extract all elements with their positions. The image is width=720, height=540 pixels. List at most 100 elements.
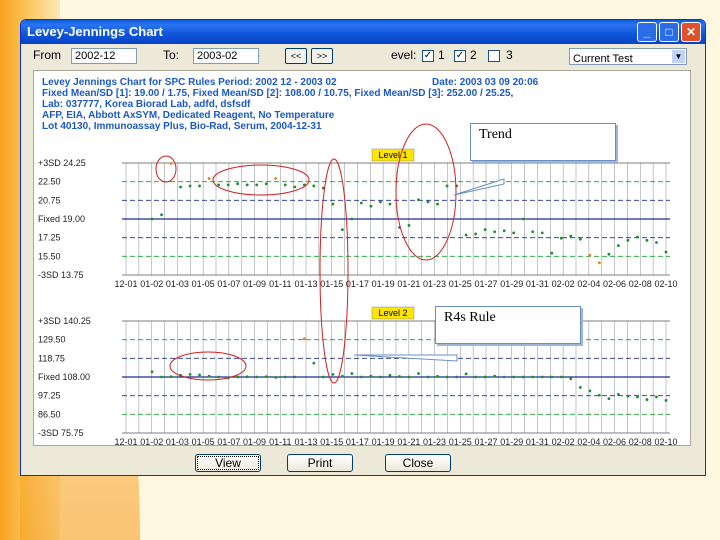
data-point: [531, 230, 535, 234]
x-tick-label: 01-21: [397, 279, 420, 289]
from-label: From: [33, 48, 61, 62]
data-point: [655, 241, 658, 244]
data-point: [188, 184, 192, 188]
test-select[interactable]: Current Test ▼: [569, 48, 687, 65]
x-tick-label: 12-01: [114, 279, 137, 289]
data-point: [169, 162, 173, 165]
data-point: [360, 375, 363, 379]
prev-period-button[interactable]: <<: [285, 48, 307, 64]
x-tick-label: 01-15: [320, 279, 343, 289]
test-select-value: Current Test: [573, 53, 633, 65]
level-3-label: 3: [506, 48, 513, 62]
data-point: [559, 375, 563, 379]
toolbar: From 2002-12 To: 2003-02 << >> evel: ✓ 1…: [21, 44, 705, 68]
data-point: [588, 389, 592, 393]
x-tick-label: 02-10: [654, 437, 677, 446]
data-point: [617, 244, 620, 248]
level-tag-label: Level 2: [378, 308, 407, 318]
x-tick-label: 01-29: [500, 279, 523, 289]
minimize-button[interactable]: _: [637, 22, 657, 42]
data-point: [283, 375, 287, 379]
x-tick-label: 02-04: [577, 279, 600, 289]
print-button[interactable]: Print: [287, 454, 353, 472]
next-period-button[interactable]: >>: [311, 48, 333, 64]
y-tick-label: 118.75: [38, 353, 65, 363]
x-tick-label: 01-27: [474, 437, 497, 446]
x-tick-label: 02-02: [552, 279, 575, 289]
data-point: [150, 217, 154, 221]
x-tick-label: 01-13: [294, 437, 317, 446]
level-2-checkbox[interactable]: ✓: [454, 50, 466, 62]
data-point: [207, 374, 211, 378]
level-3-checkbox[interactable]: [488, 50, 500, 62]
data-point: [502, 229, 506, 233]
data-point: [664, 250, 668, 254]
data-point: [445, 184, 449, 188]
data-point: [559, 236, 563, 240]
x-tick-label: 02-04: [577, 437, 600, 446]
data-point: [255, 375, 259, 379]
data-point: [340, 374, 344, 378]
data-point: [321, 375, 325, 379]
chevron-down-icon[interactable]: ▼: [672, 50, 685, 63]
y-tick-label: -3SD 75.75: [38, 428, 84, 438]
data-point: [464, 372, 468, 376]
to-date-input[interactable]: 2003-02: [193, 48, 259, 64]
data-point: [264, 375, 268, 379]
y-tick-label: 86.50: [38, 409, 61, 419]
data-point: [274, 177, 278, 180]
data-point: [293, 185, 297, 189]
window-title: Levey-Jennings Chart: [27, 24, 163, 39]
r4s-rule-callout: R4s Rule: [435, 306, 581, 344]
maximize-button[interactable]: □: [659, 22, 679, 42]
warning-circle: [212, 164, 310, 196]
data-point: [179, 185, 182, 189]
data-point: [445, 375, 449, 379]
data-point: [436, 374, 439, 378]
x-tick-label: 01-29: [500, 437, 523, 446]
data-point: [264, 182, 268, 186]
x-tick-label: 02-02: [552, 437, 575, 446]
x-tick-label: 01-15: [320, 437, 343, 446]
level-1-checkbox[interactable]: ✓: [422, 50, 434, 62]
data-point: [236, 375, 240, 379]
level-1-label: 1: [438, 48, 445, 62]
x-tick-label: 01-05: [192, 279, 215, 289]
x-tick-label: 01-02: [140, 437, 163, 446]
y-tick-label: Fixed 19.00: [38, 214, 85, 224]
levey-jennings-window: Levey-Jennings Chart _ □ ✕ From 2002-12 …: [20, 19, 706, 476]
data-point: [360, 201, 363, 205]
title-bar[interactable]: Levey-Jennings Chart _ □ ✕: [21, 20, 705, 44]
data-point: [312, 184, 316, 188]
y-tick-label: 20.75: [38, 195, 61, 205]
from-date-input[interactable]: 2002-12: [71, 48, 137, 64]
data-point: [407, 375, 411, 379]
data-point: [302, 337, 306, 341]
data-point: [550, 375, 554, 379]
y-tick-label: 22.50: [38, 177, 61, 187]
data-point: [474, 375, 478, 379]
close-window-button[interactable]: ✕: [681, 22, 701, 42]
data-point: [588, 253, 592, 257]
y-tick-label: -3SD 13.75: [38, 270, 84, 280]
x-tick-label: 01-03: [166, 437, 189, 446]
data-point: [617, 392, 620, 396]
data-point: [540, 375, 544, 379]
x-tick-label: 02-08: [629, 279, 652, 289]
data-point: [464, 233, 468, 237]
data-point: [597, 393, 601, 397]
data-point: [626, 394, 630, 398]
data-point: [331, 202, 335, 206]
x-tick-label: 01-19: [372, 437, 395, 446]
data-point: [607, 252, 611, 256]
view-button[interactable]: View: [195, 454, 261, 472]
y-tick-label: +3SD 24.25: [38, 158, 86, 168]
close-button[interactable]: Close: [385, 454, 451, 472]
data-point: [493, 374, 497, 378]
x-tick-label: 12-01: [114, 437, 137, 446]
x-tick-label: 01-09: [243, 279, 266, 289]
y-tick-label: 129.50: [38, 335, 66, 345]
x-tick-label: 01-25: [449, 279, 472, 289]
data-point: [255, 183, 259, 187]
data-point: [512, 231, 516, 235]
